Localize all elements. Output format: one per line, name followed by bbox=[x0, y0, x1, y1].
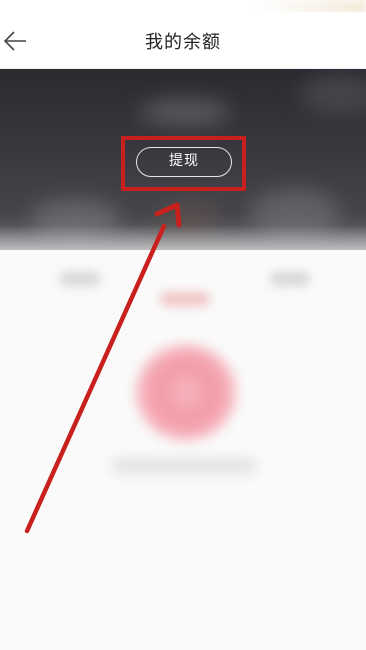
navbar: 我的余额 bbox=[0, 12, 366, 69]
withdraw-button[interactable]: 提现 bbox=[136, 147, 232, 177]
header-fade bbox=[0, 225, 366, 275]
screen: 我的余额 提现 bbox=[0, 0, 366, 650]
blurred-tab-right bbox=[270, 272, 310, 286]
page-title: 我的余额 bbox=[145, 32, 221, 53]
blurred-tab-active bbox=[160, 292, 210, 306]
blurred-header-corner bbox=[300, 74, 366, 114]
blurred-empty-text bbox=[112, 458, 257, 474]
empty-state-illustration bbox=[136, 345, 236, 440]
blurred-tab-left bbox=[60, 272, 100, 286]
blurred-balance-label bbox=[140, 99, 230, 125]
